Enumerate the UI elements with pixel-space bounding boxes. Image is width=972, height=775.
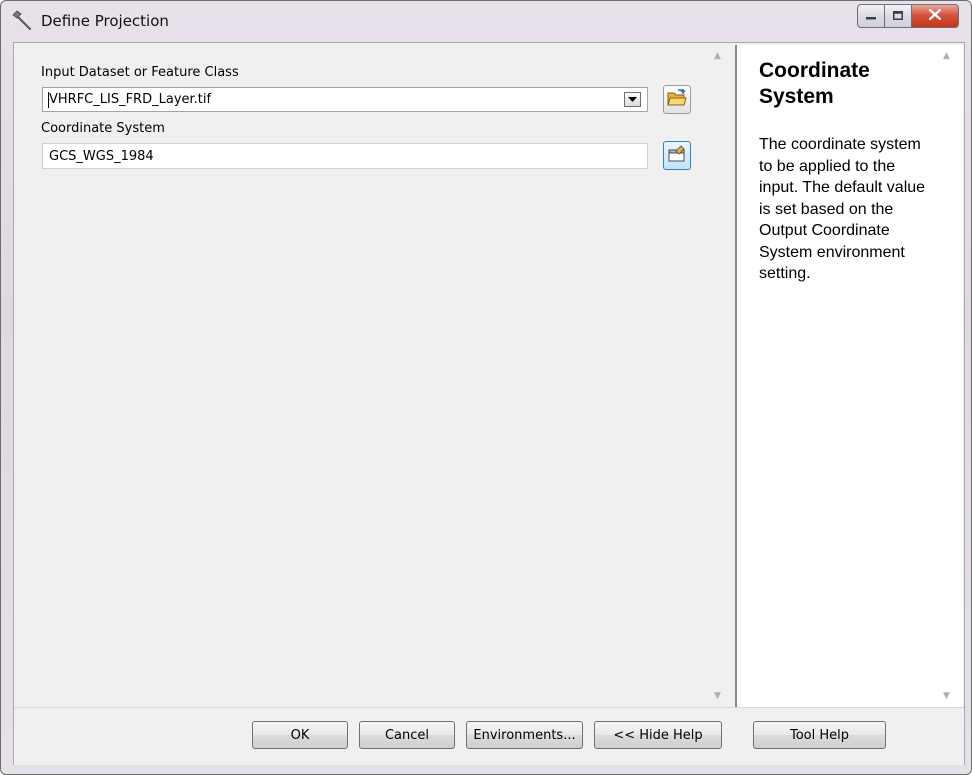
dropdown-arrow-button[interactable] <box>624 92 641 107</box>
scroll-up-icon[interactable]: ▲ <box>943 51 950 61</box>
maximize-button[interactable] <box>885 4 912 28</box>
help-description: The coordinate system to be applied to t… <box>759 136 926 282</box>
help-pane: Coordinate System The coordinate system … <box>735 45 963 707</box>
scroll-down-icon[interactable]: ▼ <box>943 691 950 701</box>
help-title: Coordinate System <box>759 59 870 108</box>
parameters-pane: Input Dataset or Feature Class VHRFC_LIS… <box>16 45 727 707</box>
minimize-button[interactable] <box>857 4 885 28</box>
close-button[interactable] <box>912 4 959 28</box>
maximize-icon <box>893 9 903 24</box>
input-dataset-label: Input Dataset or Feature Class <box>41 65 239 80</box>
cancel-button[interactable]: Cancel <box>359 721 455 749</box>
help-scrollbar[interactable]: ▲ ▼ <box>938 45 956 707</box>
scroll-down-icon[interactable]: ▼ <box>714 691 721 701</box>
chevron-down-icon <box>628 92 637 107</box>
coordinate-system-label: Coordinate System <box>41 121 165 136</box>
tool-help-button[interactable]: Tool Help <box>753 721 886 749</box>
caption-buttons <box>857 4 959 28</box>
hide-help-button[interactable]: << Hide Help <box>594 721 722 749</box>
scroll-up-icon[interactable]: ▲ <box>714 51 721 61</box>
close-icon <box>928 8 942 24</box>
spatial-reference-properties-button[interactable] <box>663 141 691 170</box>
hammer-icon <box>11 10 33 32</box>
dialog-client-area: Input Dataset or Feature Class VHRFC_LIS… <box>13 42 965 765</box>
coordinate-system-field[interactable]: GCS_WGS_1984 <box>42 143 648 169</box>
window-title: Define Projection <box>41 12 169 30</box>
input-dataset-value: VHRFC_LIS_FRD_Layer.tif <box>49 92 212 107</box>
spatial-reference-properties-icon <box>667 144 687 167</box>
coordinate-system-value: GCS_WGS_1984 <box>49 149 154 164</box>
parameters-scrollbar[interactable]: ▲ ▼ <box>709 45 727 707</box>
title-bar[interactable]: Define Projection <box>1 1 971 43</box>
browse-input-button[interactable] <box>663 85 691 114</box>
open-folder-icon <box>667 88 687 111</box>
input-dataset-combobox[interactable]: VHRFC_LIS_FRD_Layer.tif <box>42 87 648 112</box>
environments-button[interactable]: Environments... <box>466 721 583 749</box>
ok-button[interactable]: OK <box>252 721 348 749</box>
define-projection-window: Define Projection Input Dataset or Featu… <box>0 0 972 775</box>
minimize-icon <box>866 9 876 24</box>
button-bar: OK Cancel Environments... << Hide Help T… <box>14 707 964 765</box>
